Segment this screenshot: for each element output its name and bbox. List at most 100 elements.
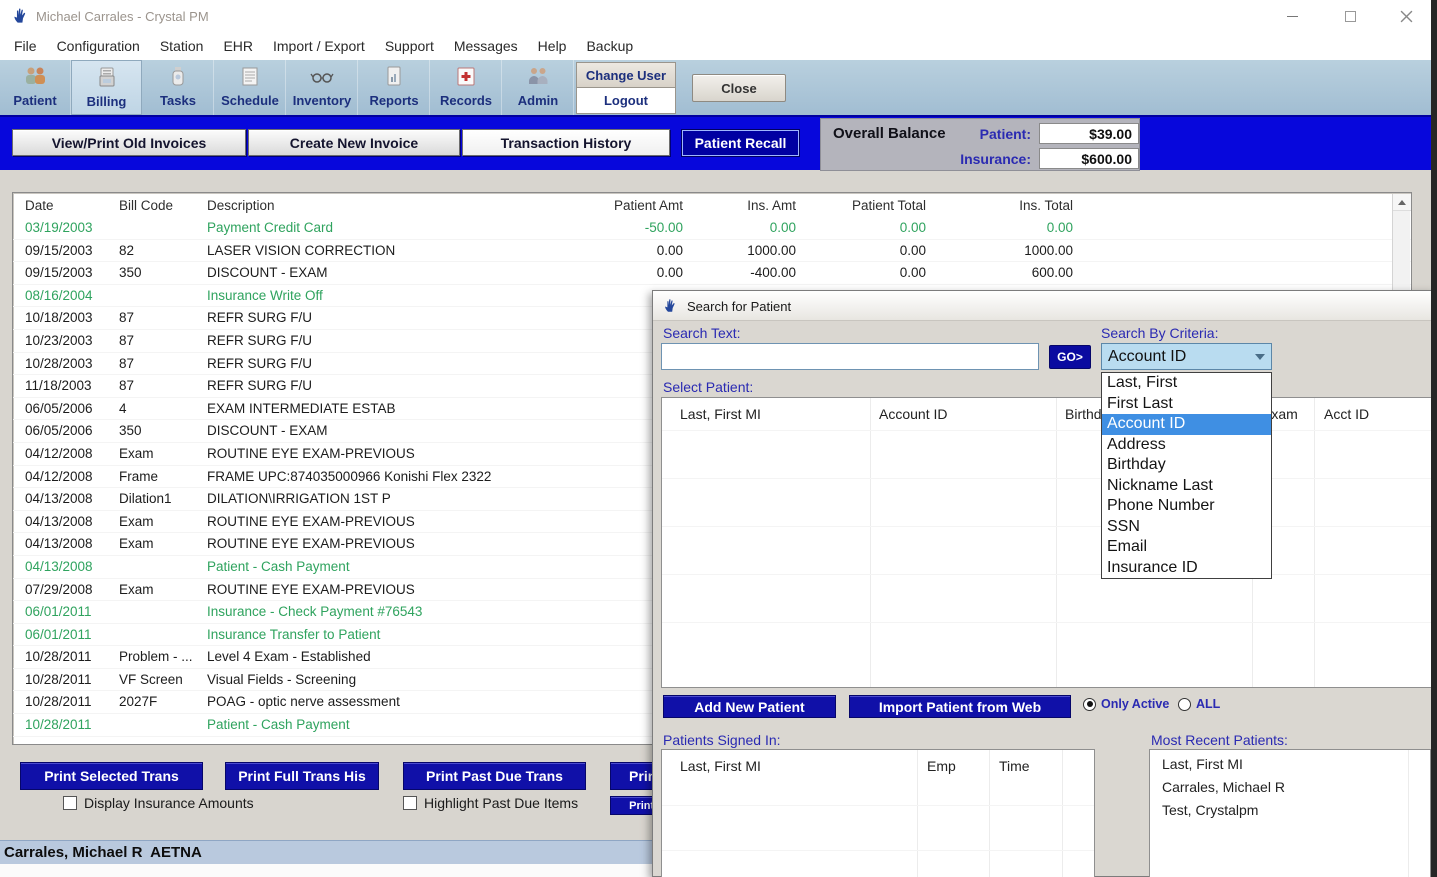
menu-item[interactable]: Support [375,32,444,60]
recent-patient-item[interactable]: Carrales, Michael R [1162,779,1285,795]
close-window-button[interactable] [1391,6,1421,26]
toolbar-reports-button[interactable]: Reports [359,60,430,115]
screen-edge [1431,0,1437,877]
cell-bill-code: Exam [119,533,207,555]
import-patient-from-web-button[interactable]: Import Patient from Web [849,695,1071,718]
criteria-option[interactable]: Phone Number [1102,496,1271,517]
close-button[interactable]: Close [692,74,786,102]
all-radio[interactable] [1178,698,1191,711]
search-criteria-dropdown[interactable]: Account ID [1101,343,1272,370]
tasks-icon [165,63,191,91]
col-ins-total[interactable]: Ins. Total [926,198,1073,217]
col-bill-code[interactable]: Bill Code [119,198,207,217]
cell-date: 04/13/2008 [13,533,119,555]
criteria-option[interactable]: Account ID [1102,414,1271,435]
transaction-history-button[interactable]: Transaction History [462,129,670,156]
transaction-row[interactable]: 09/15/2003 350 DISCOUNT - EXAM 0.00 -400… [13,262,1411,285]
billing-icon [94,64,120,92]
search-text-input[interactable] [661,343,1039,370]
cell-ins-amt: 0.00 [683,217,796,239]
logout-button[interactable]: Logout [576,88,676,114]
recent-col-name[interactable]: Last, First MI [1162,756,1243,772]
criteria-option[interactable]: Address [1102,435,1271,456]
admin-icon [525,63,551,91]
menu-item[interactable]: Backup [576,32,643,60]
only-active-radio[interactable] [1083,698,1096,711]
signed-col-emp[interactable]: Emp [927,758,956,774]
patients-signed-in-list[interactable]: Last, First MI Emp Time [661,749,1095,877]
col-patient-total[interactable]: Patient Total [796,198,926,217]
criteria-option[interactable]: First Last [1102,394,1271,415]
patient-col-acct-id[interactable]: Acct ID [1324,406,1369,422]
print-full-trans-his-button[interactable]: Print Full Trans His [225,762,379,790]
transaction-row[interactable]: 03/19/2003 Payment Credit Card -50.00 0.… [13,217,1411,240]
toolbar-billing-button[interactable]: Billing [71,60,142,115]
dialog-title-bar[interactable]: Search for Patient [653,291,1436,321]
close-icon [1400,10,1413,23]
toolbar-admin-button[interactable]: Admin [503,60,574,115]
scroll-up-button[interactable] [1393,194,1411,211]
patient-col-account-id[interactable]: Account ID [879,406,947,422]
display-insurance-amounts-checkbox[interactable] [63,796,77,810]
most-recent-patients-list[interactable]: Last, First MI Carrales, Michael R Test,… [1149,749,1431,877]
signed-col-time[interactable]: Time [999,758,1030,774]
menu-item[interactable]: Station [150,32,214,60]
go-button[interactable]: GO> [1049,345,1091,369]
minimize-button[interactable] [1277,6,1307,26]
toolbar-inventory-button[interactable]: Inventory [287,60,358,115]
maximize-button[interactable] [1335,6,1365,26]
col-ins-amt[interactable]: Ins. Amt [683,198,796,217]
patient-col-name[interactable]: Last, First MI [680,406,761,422]
cell-date: 06/05/2006 [13,420,119,442]
toolbar-tasks-button[interactable]: Tasks [143,60,214,115]
only-active-radio-group: Only Active [1083,697,1169,711]
only-active-label[interactable]: Only Active [1101,697,1169,711]
patient-recall-button[interactable]: Patient Recall [682,130,799,156]
radio-selected-dot [1087,701,1093,707]
print-selected-trans-button[interactable]: Print Selected Trans [20,762,203,790]
menu-item[interactable]: Import / Export [263,32,375,60]
criteria-option[interactable]: Birthday [1102,455,1271,476]
toolbar-billing-label: Billing [87,94,127,109]
cell-bill-code: 87 [119,330,207,352]
highlight-past-due-checkbox[interactable] [403,796,417,810]
all-label[interactable]: ALL [1196,697,1220,711]
criteria-option[interactable]: SSN [1102,517,1271,538]
toolbar-schedule-button[interactable]: Schedule [215,60,286,115]
criteria-option[interactable]: Nickname Last [1102,476,1271,497]
change-user-button[interactable]: Change User [576,62,676,88]
view-print-old-invoices-button[interactable]: View/Print Old Invoices [12,129,246,156]
criteria-option[interactable]: Insurance ID [1102,558,1271,579]
select-patient-list[interactable]: Last, First MI Account ID Birthday Exam … [661,397,1437,688]
highlight-past-due-label[interactable]: Highlight Past Due Items [424,795,578,811]
cell-description: POAG - optic nerve assessment [207,691,559,713]
menu-item[interactable]: File [4,32,47,60]
cell-description: REFR SURG F/U [207,353,559,375]
menu-item[interactable]: Configuration [47,32,150,60]
cell-date: 07/29/2008 [13,579,119,601]
col-patient-amt[interactable]: Patient Amt [559,198,683,217]
records-medical-icon [453,63,479,91]
menu-item[interactable]: EHR [213,32,263,60]
display-insurance-amounts-label[interactable]: Display Insurance Amounts [84,795,254,811]
menu-item[interactable]: Help [528,32,577,60]
cell-date: 03/19/2003 [13,217,119,239]
recent-patient-item[interactable]: Test, Crystalpm [1162,802,1258,818]
signed-col-name[interactable]: Last, First MI [680,758,761,774]
col-date[interactable]: Date [13,198,119,217]
add-new-patient-button[interactable]: Add New Patient [663,695,836,718]
toolbar-patient-button[interactable]: Patient [0,60,71,115]
menu-item[interactable]: Messages [444,32,528,60]
print-past-due-trans-button[interactable]: Print Past Due Trans [403,762,586,790]
criteria-option[interactable]: Email [1102,537,1271,558]
create-new-invoice-button[interactable]: Create New Invoice [248,129,460,156]
search-criteria-value: Account ID [1108,348,1186,366]
criteria-option[interactable]: Last, First [1102,373,1271,394]
col-description[interactable]: Description [207,198,559,217]
transaction-row[interactable]: 09/15/2003 82 LASER VISION CORRECTION 0.… [13,240,1411,263]
toolbar-records-button[interactable]: Records [431,60,502,115]
patients-signed-in-label: Patients Signed In: [663,732,781,748]
cell-description: ROUTINE EYE EXAM-PREVIOUS [207,511,559,533]
maximize-icon [1345,11,1356,22]
minimize-icon [1287,16,1298,17]
